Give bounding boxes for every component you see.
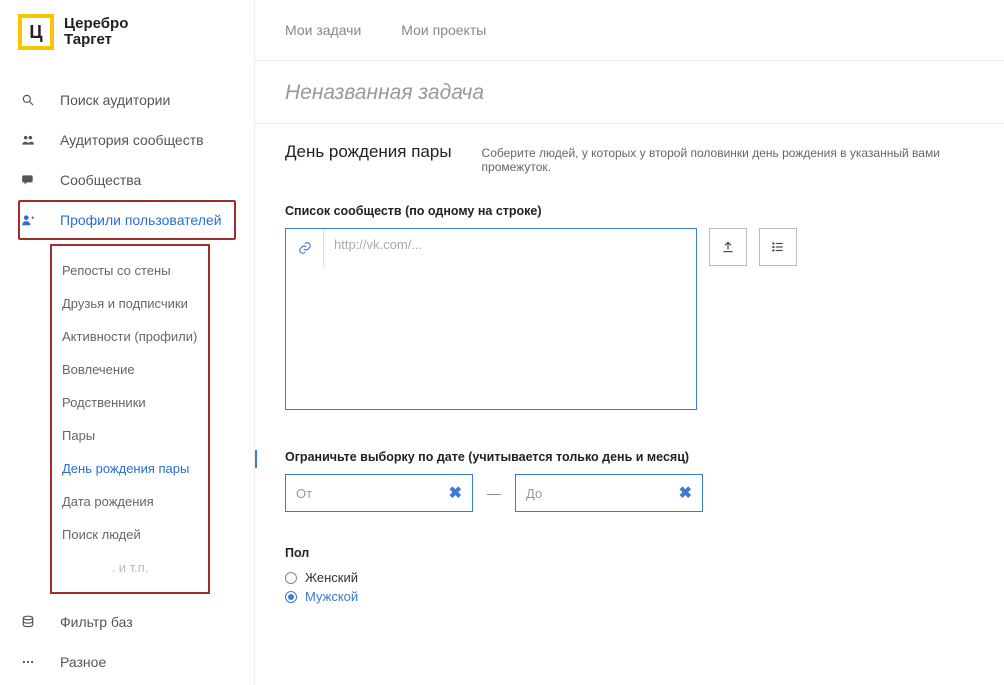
sidebar-item-filter-db[interactable]: Фильтр баз — [0, 602, 254, 642]
sidebar-item-communities[interactable]: Сообщества — [0, 160, 254, 200]
gender-label: Пол — [285, 546, 974, 560]
sidebar-item-community-audience[interactable]: Аудитория сообществ — [0, 120, 254, 160]
sidebar: Ц Церебро Таргет Поиск аудитории Аудитор… — [0, 0, 255, 685]
radio-label: Женский — [305, 570, 358, 585]
date-label: Ограничьте выборку по дате (учитывается … — [285, 450, 974, 464]
sidebar-item-label: Сообщества — [60, 172, 141, 188]
sub-item-people-search[interactable]: Поиск людей — [52, 518, 208, 551]
sub-item-partner-birthday[interactable]: День рождения пары — [52, 452, 208, 485]
sidebar-item-user-profiles[interactable]: Профили пользователей — [20, 202, 234, 238]
brand-line2: Таргет — [64, 32, 128, 49]
communities-row — [285, 228, 974, 410]
brand-line1: Церебро — [64, 16, 128, 33]
section-title: День рождения пары — [285, 142, 452, 162]
sidebar-item-label: Поиск аудитории — [60, 92, 170, 108]
list-icon — [771, 240, 785, 254]
chat-icon — [20, 173, 36, 187]
sidebar-item-label: Фильтр баз — [60, 614, 133, 630]
brand: Ц Церебро Таргет — [0, 0, 254, 60]
date-range-row: ✖ — ✖ — [285, 474, 974, 512]
dots-icon — [20, 655, 36, 669]
date-dash: — — [487, 485, 501, 501]
date-to-box[interactable]: ✖ — [515, 474, 703, 512]
section-marker: Ограничьте выборку по дате (учитывается … — [285, 450, 974, 464]
top-tabs: Мои задачи Мои проекты — [255, 0, 1004, 60]
clear-to-icon[interactable]: ✖ — [679, 483, 692, 503]
communities-textarea[interactable] — [324, 229, 696, 409]
sub-item-friends[interactable]: Друзья и подписчики — [52, 287, 208, 320]
radio-icon — [285, 572, 297, 584]
sidebar-item-label: Профили пользователей — [60, 212, 222, 228]
sidebar-item-misc[interactable]: Разное — [0, 642, 254, 682]
search-icon — [20, 93, 36, 107]
sidebar-item-label: Аудитория сообществ — [60, 132, 204, 148]
communities-label: Список сообществ (по одному на строке) — [285, 204, 974, 218]
highlight-subnav: Репосты со стены Друзья и подписчики Акт… — [50, 244, 210, 594]
sidebar-item-label: Разное — [60, 654, 106, 670]
communities-input-group — [285, 228, 697, 410]
date-to-input[interactable] — [526, 486, 646, 501]
list-button[interactable] — [759, 228, 797, 266]
link-icon — [298, 241, 312, 255]
upload-icon — [721, 240, 735, 254]
link-button[interactable] — [286, 229, 324, 267]
section-header: День рождения пары Соберите людей, у кот… — [285, 142, 974, 174]
upload-button[interactable] — [709, 228, 747, 266]
brand-logo: Ц — [18, 14, 54, 50]
clear-from-icon[interactable]: ✖ — [449, 483, 462, 503]
sub-item-relatives[interactable]: Родственники — [52, 386, 208, 419]
sub-item-couples[interactable]: Пары — [52, 419, 208, 452]
sub-item-activities[interactable]: Активности (профили) — [52, 320, 208, 353]
brand-name: Церебро Таргет — [64, 16, 128, 49]
sidebar-nav: Поиск аудитории Аудитория сообществ Сооб… — [0, 60, 254, 682]
sub-item-etc[interactable]: . и т.п. — [52, 551, 208, 584]
sidebar-item-search-audience[interactable]: Поиск аудитории — [0, 80, 254, 120]
date-from-input[interactable] — [296, 486, 416, 501]
sub-item-reposts[interactable]: Репосты со стены — [52, 254, 208, 287]
database-icon — [20, 615, 36, 629]
highlight-main-nav: Профили пользователей — [18, 200, 236, 240]
sub-item-engagement[interactable]: Вовлечение — [52, 353, 208, 386]
main-content: Мои задачи Мои проекты Неназванная задач… — [255, 0, 1004, 685]
radio-label: Мужской — [305, 589, 358, 604]
user-plus-icon — [20, 213, 36, 227]
users-icon — [20, 133, 36, 147]
tab-my-projects[interactable]: Мои проекты — [401, 22, 486, 38]
gender-female-radio[interactable]: Женский — [285, 570, 974, 585]
sub-item-birthdate[interactable]: Дата рождения — [52, 485, 208, 518]
gender-group: Пол Женский Мужской — [285, 546, 974, 604]
date-from-box[interactable]: ✖ — [285, 474, 473, 512]
section-description: Соберите людей, у которых у второй полов… — [482, 146, 974, 174]
tab-my-tasks[interactable]: Мои задачи — [285, 22, 361, 38]
gender-male-radio[interactable]: Мужской — [285, 589, 974, 604]
form-section: День рождения пары Соберите людей, у кот… — [255, 124, 1004, 608]
page-title: Неназванная задача — [255, 61, 1004, 123]
radio-icon — [285, 591, 297, 603]
